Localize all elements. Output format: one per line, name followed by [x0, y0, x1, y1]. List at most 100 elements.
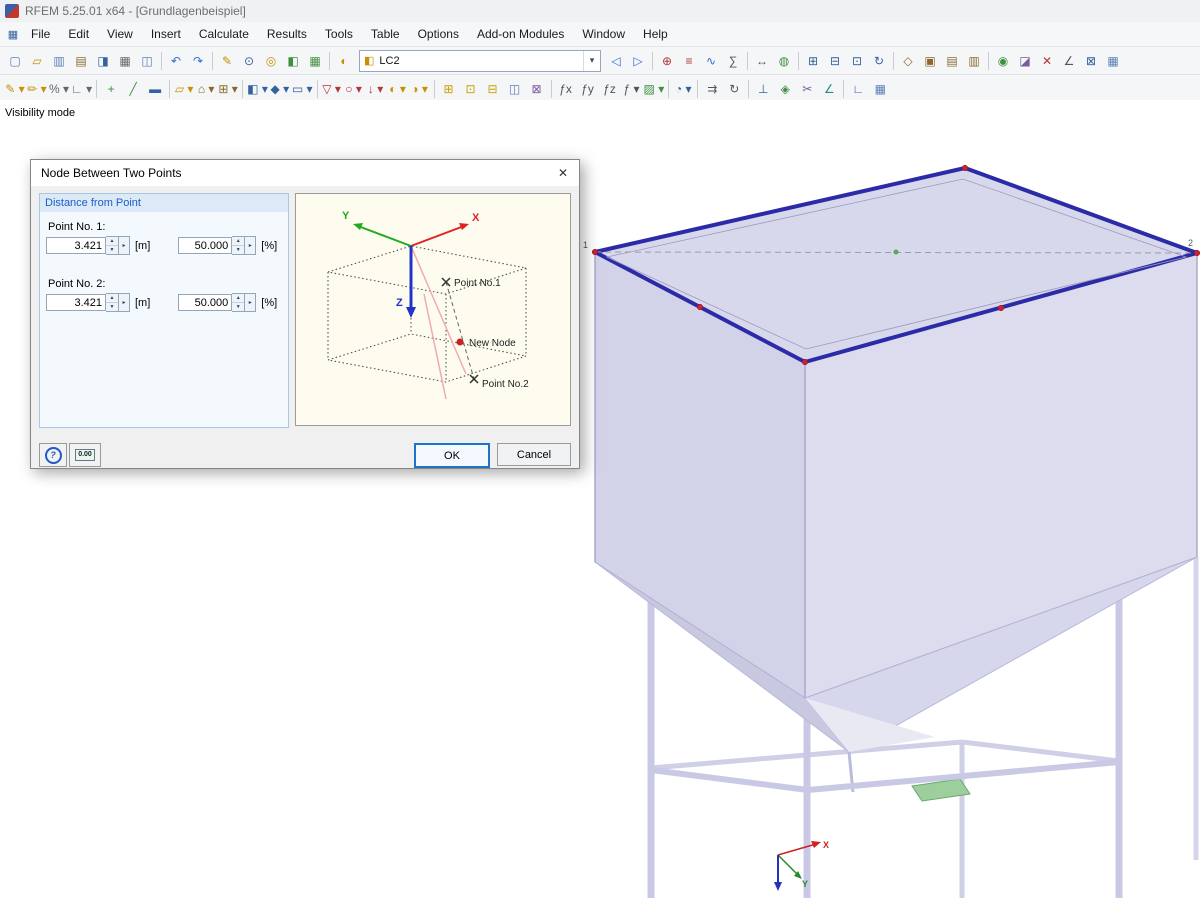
- ok-button[interactable]: OK: [414, 443, 490, 468]
- point1-distance-spinner[interactable]: ▲ ▼: [106, 236, 119, 255]
- spin-up-icon[interactable]: ▲: [106, 237, 118, 245]
- full-view-button[interactable]: ⊠: [1080, 50, 1102, 71]
- view-in-z-button[interactable]: ▥: [963, 50, 985, 71]
- new-support-button[interactable]: ▽ ▾: [321, 78, 343, 99]
- render-model-button[interactable]: ◍: [773, 50, 795, 71]
- calculation-button[interactable]: ◔ ▾: [672, 78, 694, 99]
- point1-distance-input[interactable]: [46, 237, 106, 254]
- close-icon[interactable]: ✕: [547, 160, 579, 186]
- show-load-values-button[interactable]: ≡: [678, 50, 700, 71]
- spin-up-icon[interactable]: ▲: [106, 294, 118, 302]
- undo-button[interactable]: ↶: [165, 50, 187, 71]
- edit-dimensions-button[interactable]: ✎ ▾: [4, 78, 26, 99]
- ortho-snap-button[interactable]: ∟ ▾: [70, 78, 93, 99]
- menu-item[interactable]: Insert: [142, 24, 190, 44]
- expand-arrow-icon[interactable]: ▸: [245, 236, 257, 255]
- select-window-button[interactable]: ⊞: [438, 78, 460, 99]
- menu-item[interactable]: File: [22, 24, 59, 44]
- support-frame-front[interactable]: [650, 759, 1120, 793]
- new-solid-button[interactable]: ◆ ▾: [269, 78, 291, 99]
- combinations-button[interactable]: ◑ ▾: [409, 78, 431, 99]
- new-load-button[interactable]: ↓ ▾: [365, 78, 387, 99]
- work-plane-button[interactable]: ∟: [847, 78, 869, 99]
- menu-item[interactable]: Calculate: [190, 24, 258, 44]
- member-division-button[interactable]: ƒ ▾: [621, 78, 643, 99]
- mirror-view-button[interactable]: ✕: [1036, 50, 1058, 71]
- zoom-out-button[interactable]: ⊟: [824, 50, 846, 71]
- new-hinge-button[interactable]: ○ ▾: [343, 78, 365, 99]
- percent-snap-button[interactable]: % ▾: [48, 78, 70, 99]
- zoom-window-button[interactable]: ⊡: [846, 50, 868, 71]
- print-button[interactable]: ▦: [114, 50, 136, 71]
- load-cases-button[interactable]: ◐ ▾: [387, 78, 409, 99]
- save-button[interactable]: ◨: [92, 50, 114, 71]
- menu-item[interactable]: Window: [573, 24, 634, 44]
- clipping-plane-button[interactable]: ◪: [1014, 50, 1036, 71]
- redo-button[interactable]: ↷: [187, 50, 209, 71]
- move-copy-button[interactable]: ⇉: [701, 78, 723, 99]
- new-opening-button[interactable]: ▭ ▾: [291, 78, 314, 99]
- new-line-button[interactable]: ╱: [122, 78, 144, 99]
- search-object-button[interactable]: ◎: [260, 50, 282, 71]
- cancel-button[interactable]: Cancel: [497, 443, 571, 466]
- copy-button[interactable]: ◫: [136, 50, 158, 71]
- select-special-button[interactable]: ⊡: [460, 78, 482, 99]
- expand-arrow-icon[interactable]: ▸: [119, 236, 130, 255]
- measure-button[interactable]: ∠: [1058, 50, 1080, 71]
- menu-item[interactable]: Edit: [59, 24, 98, 44]
- view-in-y-button[interactable]: ▤: [941, 50, 963, 71]
- show-loads-button[interactable]: ⊕: [656, 50, 678, 71]
- load-case-combobox[interactable]: ◧ LC2 ▾: [359, 49, 601, 72]
- expand-arrow-icon[interactable]: ▸: [119, 293, 130, 312]
- edit-comments-button[interactable]: ✏ ▾: [26, 78, 48, 99]
- expand-arrow-icon[interactable]: ▸: [245, 293, 257, 312]
- background-layers-button[interactable]: ▨ ▾: [643, 78, 666, 99]
- deselect-button[interactable]: ⊟: [482, 78, 504, 99]
- new-surface-button[interactable]: ◧ ▾: [246, 78, 269, 99]
- tables-toggle-button[interactable]: ▦: [304, 50, 326, 71]
- new-member-button[interactable]: ▬: [144, 78, 166, 99]
- isometric-view-button[interactable]: ◇: [897, 50, 919, 71]
- new-load-case-button[interactable]: ✎: [216, 50, 238, 71]
- calculator-button[interactable]: 0.00: [69, 443, 101, 467]
- spin-down-icon[interactable]: ▼: [232, 302, 245, 311]
- member-rotation-y-button[interactable]: ƒy: [577, 78, 599, 99]
- spin-up-icon[interactable]: ▲: [232, 237, 244, 245]
- menu-item[interactable]: Tools: [316, 24, 362, 44]
- next-load-case-button[interactable]: ▷: [627, 50, 649, 71]
- new-node-button[interactable]: +: [100, 78, 122, 99]
- member-rotation-z-button[interactable]: ƒz: [599, 78, 621, 99]
- align-button[interactable]: ⊥: [752, 78, 774, 99]
- rotate-view-button[interactable]: ↻: [868, 50, 890, 71]
- navigator-toggle-button[interactable]: ◧: [282, 50, 304, 71]
- menu-item[interactable]: Help: [634, 24, 677, 44]
- project-manager-button[interactable]: ▥: [48, 50, 70, 71]
- rotate-copy-button[interactable]: ↻: [723, 78, 745, 99]
- visibility-mode-button[interactable]: ◉: [992, 50, 1014, 71]
- point2-distance-spinner[interactable]: ▲ ▼: [106, 293, 119, 312]
- trim-members-button[interactable]: ✂: [796, 78, 818, 99]
- point2-distance-input[interactable]: [46, 294, 106, 311]
- show-dimensions-button[interactable]: ↔: [751, 50, 773, 71]
- previous-load-case-button[interactable]: ◁: [605, 50, 627, 71]
- zoom-select-button[interactable]: ⊙: [238, 50, 260, 71]
- spin-down-icon[interactable]: ▼: [106, 245, 118, 254]
- menu-item[interactable]: Add-on Modules: [468, 24, 573, 44]
- select-layer-button[interactable]: ◫: [504, 78, 526, 99]
- numbering-button[interactable]: ⊠: [526, 78, 548, 99]
- show-result-values-button[interactable]: ∑: [722, 50, 744, 71]
- generated-objects-button[interactable]: ▱ ▾: [173, 78, 195, 99]
- point1-percent-spinner[interactable]: ▲ ▼: [232, 236, 246, 255]
- point1-percent-input[interactable]: [178, 237, 233, 254]
- menu-item[interactable]: Options: [409, 24, 468, 44]
- point2-percent-input[interactable]: [178, 294, 233, 311]
- model-tools-button[interactable]: ⌂ ▾: [195, 78, 217, 99]
- menu-item[interactable]: View: [98, 24, 142, 44]
- grid-settings-button[interactable]: ▦: [869, 78, 891, 99]
- menu-item[interactable]: Table: [362, 24, 409, 44]
- dialog-title-bar[interactable]: Node Between Two Points ✕: [31, 160, 579, 186]
- show-results-button[interactable]: ∿: [700, 50, 722, 71]
- open-model-button[interactable]: ▱: [26, 50, 48, 71]
- new-model-button[interactable]: ▢: [4, 50, 26, 71]
- connect-lines-button[interactable]: ∠: [818, 78, 840, 99]
